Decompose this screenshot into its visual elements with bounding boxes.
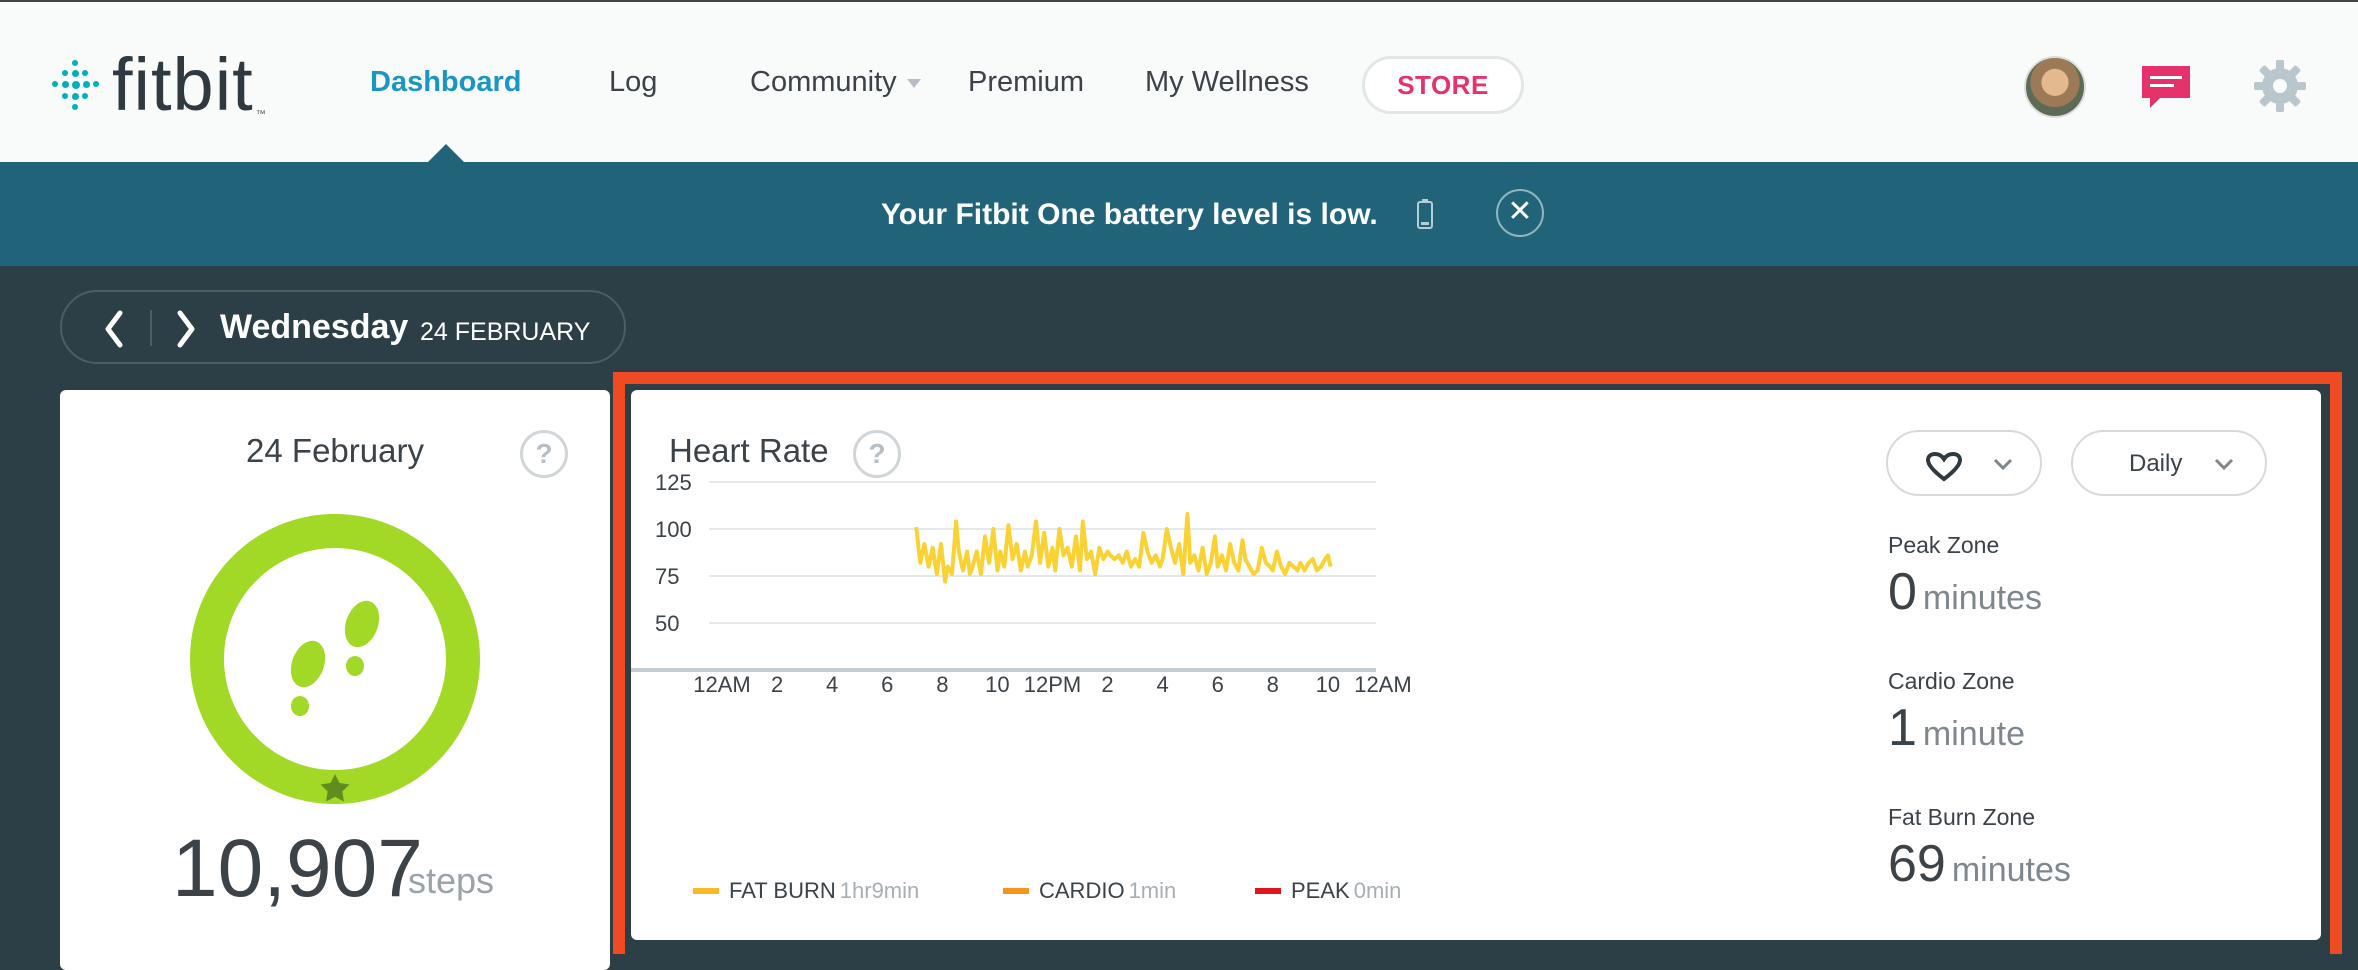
- heart-rate-series-line: [914, 512, 1333, 584]
- legend-duration: 1hr9min: [839, 878, 920, 903]
- y-tick-label: 75: [655, 564, 679, 589]
- nav-community[interactable]: Community: [750, 66, 921, 99]
- chevron-left-icon[interactable]: [102, 309, 126, 349]
- chevron-down-icon: [2214, 458, 2234, 471]
- footprints-icon: [290, 600, 380, 716]
- top-nav: fitbit ™ Dashboard Log Community Premium…: [0, 0, 2358, 165]
- x-tick-label: 6: [881, 672, 893, 697]
- avatar[interactable]: [2024, 56, 2086, 118]
- cardio-zone-value: 1 minute: [1888, 698, 2025, 758]
- heart-icon: [1926, 452, 1962, 482]
- x-tick-label: 10: [985, 672, 1009, 697]
- steps-goal-ring: [190, 514, 480, 804]
- x-tick-label: 4: [826, 672, 838, 697]
- y-tick-label: 50: [655, 611, 679, 636]
- nav-dashboard[interactable]: Dashboard: [370, 66, 521, 99]
- logo-text: fitbit: [112, 43, 254, 126]
- heart-rate-chart: 125 100 75 50 12AM 2 4 6 8 10 12PM 2 4 6 8 10 12AM: [631, 470, 1412, 697]
- legend-cardio: CARDIO 1min: [1003, 878, 1176, 904]
- heart-rate-tile[interactable]: Heart Rate ? 125 100 75 50 12AM 2 4 6 8 10 12PM 2 4 6…: [631, 390, 2321, 940]
- y-tick-label: 100: [655, 517, 692, 542]
- close-icon: ✕: [1507, 195, 1533, 228]
- cardio-zone-unit: minute: [1922, 715, 2025, 753]
- gear-icon[interactable]: [2252, 58, 2308, 114]
- steps-unit: steps: [408, 860, 495, 901]
- banner-close-button[interactable]: ✕: [1496, 189, 1544, 237]
- date-selector: Wednesday 24 FEBRUARY: [60, 290, 626, 364]
- chevron-down-icon: [906, 78, 921, 88]
- cardio-zone-minutes: 1: [1888, 699, 1917, 757]
- legend-fat-burn: FAT BURN 1hr9min: [693, 878, 919, 904]
- peak-zone-value: 0 minutes: [1888, 562, 2042, 622]
- date-divider: [150, 310, 152, 346]
- battery-banner: Your Fitbit One battery level is low. ✕: [0, 162, 2358, 266]
- peak-zone-unit: minutes: [1922, 579, 2042, 617]
- battery-low-icon: [1417, 199, 1433, 229]
- legend-duration: 0min: [1353, 878, 1402, 903]
- fitbit-logo-icon: [50, 60, 100, 110]
- chevron-right-icon[interactable]: [174, 309, 198, 349]
- heart-zone-toggle[interactable]: [1886, 430, 2042, 496]
- legend-label: CARDIO: [1039, 878, 1125, 903]
- chevron-down-icon: [1993, 458, 2013, 471]
- period-select-value: Daily: [2129, 450, 2183, 477]
- trademark-mark: ™: [255, 109, 266, 120]
- fat-burn-zone-unit: minutes: [1951, 851, 2071, 889]
- x-tick-label: 2: [771, 672, 783, 697]
- fat-burn-zone-value: 69 minutes: [1888, 834, 2071, 894]
- store-button[interactable]: STORE: [1362, 56, 1524, 114]
- legend-peak: PEAK 0min: [1255, 878, 1401, 904]
- help-icon: ?: [535, 438, 553, 469]
- x-tick-label: 12PM: [1024, 672, 1081, 697]
- nav-premium[interactable]: Premium: [968, 66, 1084, 99]
- x-tick-label: 2: [1101, 672, 1113, 697]
- nav-my-wellness[interactable]: My Wellness: [1145, 66, 1309, 99]
- fitbit-logo[interactable]: fitbit ™: [50, 43, 266, 126]
- x-tick-label: 12AM: [693, 672, 750, 697]
- period-select[interactable]: Daily: [2071, 430, 2267, 496]
- nav-log[interactable]: Log: [609, 66, 657, 99]
- x-tick-label: 12AM: [1354, 672, 1411, 697]
- x-tick-label: 6: [1212, 672, 1224, 697]
- peak-zone-label: Peak Zone: [1888, 532, 2000, 558]
- nav-community-label: Community: [750, 66, 897, 98]
- banner-message: Your Fitbit One battery level is low.: [881, 198, 1378, 231]
- date-weekday: Wednesday: [220, 308, 409, 346]
- steps-tile[interactable]: 24 February ? 10,907 steps: [60, 390, 610, 970]
- x-tick-label: 10: [1316, 672, 1340, 697]
- x-tick-label: 4: [1157, 672, 1169, 697]
- steps-count: 10,907: [172, 823, 423, 914]
- messages-icon[interactable]: [2138, 62, 2194, 114]
- x-tick-label: 8: [936, 672, 948, 697]
- legend-label: FAT BURN: [729, 878, 836, 903]
- x-tick-label: 8: [1267, 672, 1279, 697]
- legend-swatch: [693, 888, 719, 894]
- legend-duration: 1min: [1128, 878, 1177, 903]
- fat-burn-zone-label: Fat Burn Zone: [1888, 804, 2036, 830]
- y-tick-label: 125: [655, 470, 692, 495]
- date-full: 24 FEBRUARY: [420, 318, 591, 346]
- steps-help-button[interactable]: ?: [520, 430, 568, 478]
- legend-label: PEAK: [1291, 878, 1350, 903]
- legend-swatch: [1003, 888, 1029, 894]
- peak-zone-minutes: 0: [1888, 563, 1917, 621]
- legend-swatch: [1255, 888, 1281, 894]
- cardio-zone-label: Cardio Zone: [1888, 668, 2015, 694]
- fat-burn-zone-minutes: 69: [1888, 835, 1946, 893]
